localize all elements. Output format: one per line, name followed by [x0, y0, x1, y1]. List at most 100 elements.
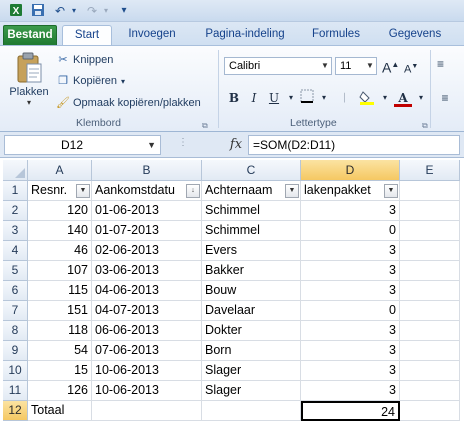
undo-dropdown-icon[interactable]: ▾	[66, 3, 82, 19]
align-top-icon[interactable]: ≡	[437, 56, 444, 72]
table-cell[interactable]	[400, 361, 460, 381]
table-cell[interactable]	[400, 381, 460, 401]
sort-filter-icon[interactable]: ↓	[186, 184, 200, 198]
table-cell[interactable]: 02-06-2013	[92, 241, 202, 261]
table-cell[interactable]: Davelaar	[202, 301, 301, 321]
row-header[interactable]: 12	[3, 401, 28, 421]
table-cell[interactable]: 24	[301, 401, 400, 421]
table-cell[interactable]: 04-06-2013	[92, 281, 202, 301]
table-cell[interactable]: 3	[301, 261, 400, 281]
row-header[interactable]: 2	[3, 201, 28, 221]
table-cell[interactable]: 107	[28, 261, 92, 281]
table-cell[interactable]	[400, 321, 460, 341]
row-header[interactable]: 11	[3, 381, 28, 401]
copy-button[interactable]: ❐ Kopiëren ▾	[56, 73, 125, 89]
filter-dropdown-icon[interactable]: ▼	[384, 184, 398, 198]
excel-logo-icon[interactable]: X	[8, 3, 24, 19]
borders-icon[interactable]	[298, 89, 316, 107]
row-header[interactable]: 1	[3, 181, 28, 201]
paste-dropdown-icon[interactable]: ▾	[6, 98, 52, 107]
resize-handle-icon[interactable]: ⋮	[178, 137, 188, 148]
table-cell[interactable]	[400, 301, 460, 321]
tab-start[interactable]: Start	[62, 25, 112, 46]
shrink-font-button[interactable]: A▼	[404, 59, 418, 76]
insert-function-button[interactable]: fx	[226, 135, 246, 155]
formula-input[interactable]: =SOM(D2:D11)	[248, 135, 460, 155]
table-cell[interactable]: 140	[28, 221, 92, 241]
table-cell[interactable]: 3	[301, 281, 400, 301]
column-header-c[interactable]: C	[202, 160, 301, 181]
table-header-cell[interactable]	[400, 181, 460, 201]
table-cell[interactable]: Slager	[202, 381, 301, 401]
format-painter-button[interactable]: 🖌 Opmaak kopiëren/plakken	[56, 95, 201, 111]
table-cell[interactable]: 04-07-2013	[92, 301, 202, 321]
font-name-dropdown[interactable]: Calibri ▼	[224, 57, 332, 75]
table-cell[interactable]: 03-06-2013	[92, 261, 202, 281]
font-color-icon[interactable]: A	[394, 89, 412, 107]
table-cell[interactable]: 3	[301, 381, 400, 401]
redo-dropdown-icon[interactable]: ▾	[98, 3, 114, 19]
table-cell[interactable]: Bakker	[202, 261, 301, 281]
tab-pagina-indeling[interactable]: Pagina-indeling	[196, 25, 294, 46]
cut-button[interactable]: ✂ Knippen	[56, 52, 113, 68]
table-cell[interactable]: 3	[301, 201, 400, 221]
table-cell[interactable]: Schimmel	[202, 221, 301, 241]
table-cell[interactable]	[400, 401, 460, 421]
table-cell[interactable]: 10-06-2013	[92, 381, 202, 401]
save-icon[interactable]	[30, 3, 46, 19]
customize-qat-icon[interactable]: ▾	[116, 3, 132, 19]
select-all-corner[interactable]	[3, 160, 28, 181]
table-cell[interactable]	[202, 401, 301, 421]
column-header-b[interactable]: B	[92, 160, 202, 181]
table-cell[interactable]: 126	[28, 381, 92, 401]
table-cell[interactable]: 0	[301, 221, 400, 241]
table-cell[interactable]: 01-06-2013	[92, 201, 202, 221]
table-cell[interactable]: 46	[28, 241, 92, 261]
table-cell[interactable]	[92, 401, 202, 421]
table-cell[interactable]	[400, 241, 460, 261]
table-cell[interactable]: Born	[202, 341, 301, 361]
table-cell[interactable]: 151	[28, 301, 92, 321]
borders-dropdown-icon[interactable]: ▾	[315, 89, 333, 107]
table-header-cell[interactable]: Resnr. ▼	[28, 181, 92, 201]
tab-gegevens[interactable]: Gegevens	[380, 25, 450, 46]
fill-color-dropdown-icon[interactable]: ▾	[376, 89, 394, 107]
table-cell[interactable]: 06-06-2013	[92, 321, 202, 341]
font-size-dropdown[interactable]: 11 ▼	[335, 57, 377, 75]
bold-button[interactable]: B	[225, 89, 243, 107]
tab-bestand[interactable]: Bestand	[3, 25, 57, 46]
table-cell[interactable]: 15	[28, 361, 92, 381]
column-header-e[interactable]: E	[400, 160, 460, 181]
table-header-cell[interactable]: Aankomstdatu ↓	[92, 181, 202, 201]
grow-font-button[interactable]: A▲	[382, 57, 399, 76]
column-header-d[interactable]: D	[301, 160, 400, 181]
tab-formules[interactable]: Formules	[306, 25, 366, 46]
table-cell[interactable]: Dokter	[202, 321, 301, 341]
table-cell[interactable]: 3	[301, 361, 400, 381]
fill-color-icon[interactable]	[358, 89, 376, 107]
row-header[interactable]: 9	[3, 341, 28, 361]
table-cell[interactable]: 118	[28, 321, 92, 341]
table-cell[interactable]: 3	[301, 321, 400, 341]
table-cell[interactable]	[400, 341, 460, 361]
copy-dropdown-icon[interactable]: ▾	[121, 77, 125, 86]
table-cell[interactable]: 07-06-2013	[92, 341, 202, 361]
table-cell[interactable]: 120	[28, 201, 92, 221]
table-header-cell[interactable]: Achternaam ▼	[202, 181, 301, 201]
font-color-dropdown-icon[interactable]: ▾	[412, 89, 430, 107]
table-cell[interactable]: Schimmel	[202, 201, 301, 221]
italic-button[interactable]: I	[245, 89, 263, 107]
row-header[interactable]: 10	[3, 361, 28, 381]
table-cell[interactable]: 0	[301, 301, 400, 321]
table-cell[interactable]	[400, 281, 460, 301]
table-cell[interactable]: 01-07-2013	[92, 221, 202, 241]
paste-button[interactable]: Plakken ▾	[6, 52, 52, 114]
table-cell[interactable]: Totaal	[28, 401, 92, 421]
row-header[interactable]: 6	[3, 281, 28, 301]
row-header[interactable]: 3	[3, 221, 28, 241]
table-cell[interactable]: 3	[301, 241, 400, 261]
tab-invoegen[interactable]: Invoegen	[120, 25, 184, 46]
table-cell[interactable]: 115	[28, 281, 92, 301]
table-cell[interactable]: Bouw	[202, 281, 301, 301]
row-header[interactable]: 8	[3, 321, 28, 341]
